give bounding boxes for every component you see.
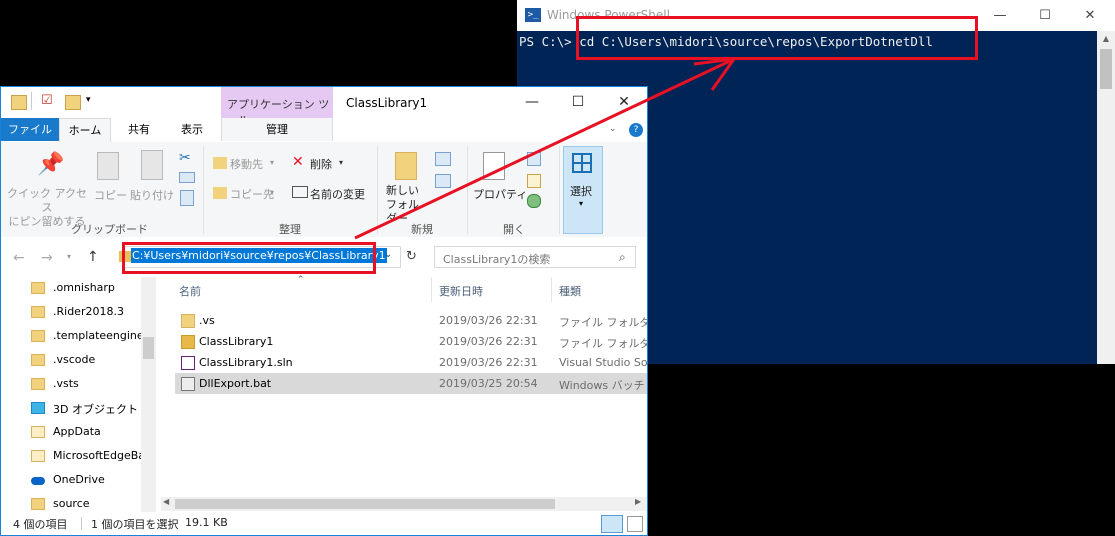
annotation-arrow <box>354 57 738 240</box>
